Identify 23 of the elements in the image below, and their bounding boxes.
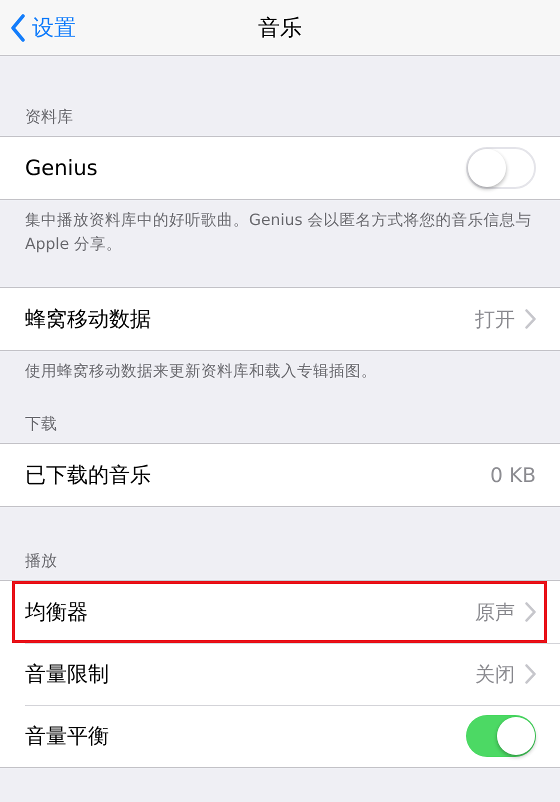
setting-value: 关闭 — [475, 660, 515, 688]
settings-row[interactable]: 音量平衡 — [0, 705, 560, 767]
chevron-icon — [525, 309, 536, 329]
settings-row[interactable]: 蜂窝移动数据 打开 — [0, 288, 560, 350]
highlighted-settings-row[interactable]: 均衡器 原声 — [12, 581, 547, 643]
back-button[interactable]: 设置 — [10, 0, 76, 55]
section-header: 资料库 — [25, 107, 73, 128]
section-header: 下载 — [25, 414, 57, 435]
chevron-icon — [525, 602, 536, 622]
setting-value: 0 KB — [490, 463, 536, 487]
setting-value: 打开 — [475, 306, 515, 332]
back-chevron-icon — [10, 14, 26, 42]
chevron-icon — [525, 664, 536, 684]
toggle-switch[interactable] — [466, 147, 536, 189]
screen-title: 音乐 — [258, 14, 302, 42]
section-header: 播放 — [25, 551, 57, 572]
section-footer: 使用蜂窝移动数据来更新资料库和载入专辑插图。 — [0, 351, 560, 383]
settings-row[interactable]: 已下载的音乐 0 KB — [0, 444, 560, 506]
settings-row[interactable]: 音量限制 关闭 — [0, 643, 560, 705]
section-footer: 集中播放资料库中的好听歌曲。Genius 会以匿名方式将您的音乐信息与 Apple 分享。 — [0, 200, 560, 256]
settings-row[interactable]: Genius — [0, 137, 560, 199]
setting-value: 原声 — [475, 598, 515, 626]
toggle-switch[interactable] — [466, 715, 536, 757]
